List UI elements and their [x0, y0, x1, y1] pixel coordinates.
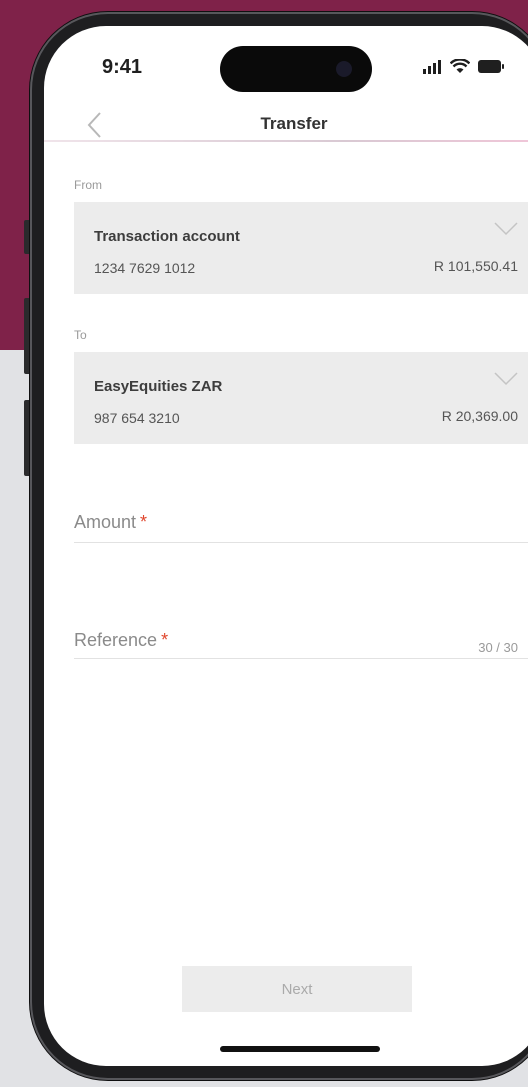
next-button[interactable]: Next	[182, 966, 412, 1012]
to-account-balance: R 20,369.00	[441, 408, 518, 424]
dynamic-island	[220, 46, 372, 92]
chevron-down-icon[interactable]	[494, 222, 518, 236]
to-account-number: 987 654 3210	[94, 410, 180, 426]
from-account-name: Transaction account	[94, 228, 240, 245]
reference-input[interactable]	[74, 624, 528, 660]
amount-underline	[74, 542, 528, 543]
to-account-name: EasyEquities ZAR	[94, 378, 223, 395]
from-account-number: 1234 7629 1012	[94, 260, 196, 276]
reference-character-counter: 30 / 30	[478, 640, 518, 655]
from-account-selector[interactable]: Transaction account 1234 7629 1012 R 101…	[74, 202, 528, 294]
from-label: From	[74, 178, 102, 192]
amount-input[interactable]	[74, 506, 528, 542]
navigation-bar: Transfer	[44, 94, 528, 156]
reference-underline	[74, 658, 528, 659]
camera-icon	[336, 61, 352, 77]
page-title: Transfer	[260, 114, 328, 133]
signal-icon	[423, 60, 441, 74]
to-account-selector[interactable]: EasyEquities ZAR 987 654 3210 R 20,369.0…	[74, 352, 528, 444]
to-label: To	[74, 328, 87, 342]
chevron-down-icon[interactable]	[494, 372, 518, 386]
status-time: 9:41	[102, 56, 143, 78]
phone-screen: 9:41 Transfer From Transaction account 1…	[44, 26, 528, 1066]
header-divider	[44, 140, 528, 142]
battery-icon	[478, 60, 504, 73]
wifi-icon	[450, 59, 470, 73]
home-indicator	[220, 1046, 380, 1052]
from-account-balance: R 101,550.41	[433, 258, 518, 274]
